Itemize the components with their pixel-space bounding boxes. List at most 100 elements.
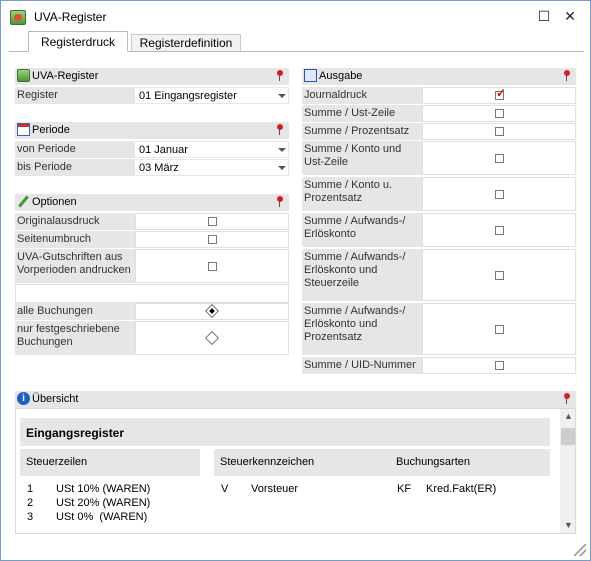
summe-prozentsatz-label: Summe / Prozentsatz [304, 125, 410, 137]
tab-registerdefinition[interactable]: Registerdefinition [131, 34, 241, 51]
section-title: Periode [32, 124, 70, 136]
summe-erloeskonto-steuer-checkbox[interactable] [495, 271, 504, 280]
chevron-down-icon[interactable] [275, 88, 288, 102]
summe-prozentsatz-checkbox[interactable] [495, 127, 504, 136]
column-header-label: Steuerkennzeichen [220, 456, 315, 468]
close-button[interactable]: ✕ [559, 6, 581, 26]
bis-periode-row: bis Periode 03 März [15, 159, 289, 176]
buchungsart-code: KF [397, 483, 412, 495]
radio-row: alle Buchungen [15, 303, 289, 320]
calendar-icon [17, 123, 30, 136]
uva-register-window: UVA-Register ☐ ✕ Registerdruck Registerd… [0, 0, 591, 561]
resize-grip-icon[interactable] [574, 544, 586, 556]
optionen-section-header: Optionen [15, 194, 289, 211]
summe-erloeskonto-prozent-checkbox[interactable] [495, 325, 504, 334]
summe-ust-zeile-label: Summe / Ust-Zeile [304, 107, 396, 119]
gutschriften-label: UVA-Gutschriften aus Vorperioden andruck… [17, 251, 131, 276]
column-header: Buchungsarten [390, 449, 550, 476]
column-header-label: Buchungsarten [396, 456, 470, 468]
chevron-down-icon[interactable] [275, 160, 288, 174]
kennzeichen-text: Vorsteuer [251, 483, 299, 495]
chevron-down-icon[interactable] [275, 142, 288, 156]
edit-document-icon [304, 69, 317, 82]
column-header-label: Steuerzeilen [26, 456, 88, 468]
summe-erloeskonto-checkbox[interactable] [495, 226, 504, 235]
steuerzeile-text: USt 20% (WAREN) [56, 497, 151, 509]
pin-icon[interactable] [563, 393, 571, 405]
originalausdruck-label: Originalausdruck [17, 215, 100, 227]
register-label: Register [17, 89, 58, 101]
uebersicht-section-header: i Übersicht [15, 391, 576, 408]
steuerzeile-nr: 1 [27, 483, 34, 495]
alle-buchungen-label: alle Buchungen [17, 305, 93, 317]
title-bar[interactable]: UVA-Register ☐ ✕ [1, 1, 590, 31]
register-combo[interactable]: 01 Eingangsregister [135, 88, 288, 103]
ausgabe-row: Summe / Konto u. Prozentsatz [302, 177, 576, 211]
section-title: Ausgabe [319, 70, 363, 82]
tab-bar: Registerdruck Registerdefinition [9, 31, 584, 52]
column-header: Steuerzeilen [20, 449, 200, 476]
steuerzeile-nr: 3 [27, 511, 34, 523]
scroll-down-icon[interactable]: ▼ [564, 521, 573, 530]
scroll-thumb[interactable] [561, 428, 575, 445]
journaldruck-checkbox[interactable] [495, 86, 506, 100]
kennzeichen-code: V [221, 483, 229, 495]
section-title: Übersicht [32, 393, 79, 405]
register-icon [17, 69, 30, 82]
summe-konto-ust-checkbox[interactable] [495, 154, 504, 163]
steuerzeile-text: USt 0% (WAREN) [56, 511, 148, 523]
von-periode-label: von Periode [17, 143, 76, 155]
info-icon: i [17, 392, 30, 405]
pin-icon[interactable] [276, 196, 284, 208]
maximize-button[interactable]: ☐ [533, 6, 555, 26]
summe-erloeskonto-steuer-label: Summe / Aufwands-/ Erlöskonto und Steuer… [304, 251, 406, 289]
ausgabe-section-header: Ausgabe [302, 68, 576, 85]
tab-registerdruck[interactable]: Registerdruck [28, 31, 128, 52]
steuerzeile-text: USt 10% (WAREN) [56, 483, 151, 495]
pin-icon[interactable] [563, 70, 571, 82]
von-periode-row: von Periode 01 Januar [15, 141, 289, 158]
ausgabe-row: Summe / Ust-Zeile [302, 105, 576, 122]
bis-periode-value: 03 März [139, 162, 179, 174]
festgeschrieben-label: nur festgeschriebene Buchungen [17, 323, 120, 348]
register-row: Register 01 Eingangsregister [15, 87, 289, 104]
summe-konto-prozent-checkbox[interactable] [495, 190, 504, 199]
ausgabe-row: Summe / Aufwands-/ Erlöskonto und Prozen… [302, 303, 576, 355]
seitenumbruch-label: Seitenumbruch [17, 233, 91, 245]
spacer-row [15, 284, 289, 303]
ausgabe-row: Summe / Konto und Ust-Zeile [302, 141, 576, 175]
column-header: Steuerkennzeichen [214, 449, 390, 476]
periode-section-header: Periode [15, 122, 289, 139]
ausgabe-row: Journaldruck [302, 86, 576, 104]
scroll-up-icon[interactable]: ▲ [564, 412, 573, 421]
originalausdruck-checkbox[interactable] [208, 217, 217, 226]
app-icon [10, 10, 26, 25]
von-periode-combo[interactable]: 01 Januar [135, 142, 288, 157]
ausgabe-row: Summe / Aufwands-/ Erlöskonto und Steuer… [302, 249, 576, 301]
ausgabe-row: Summe / Aufwands-/ Erlöskonto [302, 213, 576, 247]
vertical-scrollbar[interactable]: ▲ ▼ [560, 409, 575, 533]
option-row: Seitenumbruch [15, 231, 289, 248]
summe-uid-checkbox[interactable] [495, 361, 504, 370]
gutschriften-checkbox[interactable] [208, 262, 217, 271]
bis-periode-combo[interactable]: 03 März [135, 160, 288, 175]
ausgabe-row: Summe / UID-Nummer [302, 357, 576, 374]
journaldruck-label: Journaldruck [304, 89, 367, 101]
buchungsart-text: Kred.Fakt(ER) [426, 483, 497, 495]
bis-periode-label: bis Periode [17, 161, 73, 173]
summe-erloeskonto-label: Summe / Aufwands-/ Erlöskonto [304, 215, 406, 240]
uva-register-section-header: UVA-Register [15, 68, 289, 85]
option-row: UVA-Gutschriften aus Vorperioden andruck… [15, 249, 289, 283]
option-row: Originalausdruck [15, 213, 289, 230]
register-heading: Eingangsregister [20, 418, 550, 446]
pin-icon[interactable] [276, 70, 284, 82]
seitenumbruch-checkbox[interactable] [208, 235, 217, 244]
radio-row: nur festgeschriebene Buchungen [15, 321, 289, 355]
window-title: UVA-Register [34, 10, 107, 24]
summe-ust-zeile-checkbox[interactable] [495, 109, 504, 118]
ausgabe-row: Summe / Prozentsatz [302, 123, 576, 140]
summe-konto-prozent-label: Summe / Konto u. Prozentsatz [304, 179, 393, 204]
section-title: UVA-Register [32, 70, 99, 82]
pin-icon[interactable] [276, 124, 284, 136]
summe-erloeskonto-prozent-label: Summe / Aufwands-/ Erlöskonto und Prozen… [304, 305, 406, 343]
